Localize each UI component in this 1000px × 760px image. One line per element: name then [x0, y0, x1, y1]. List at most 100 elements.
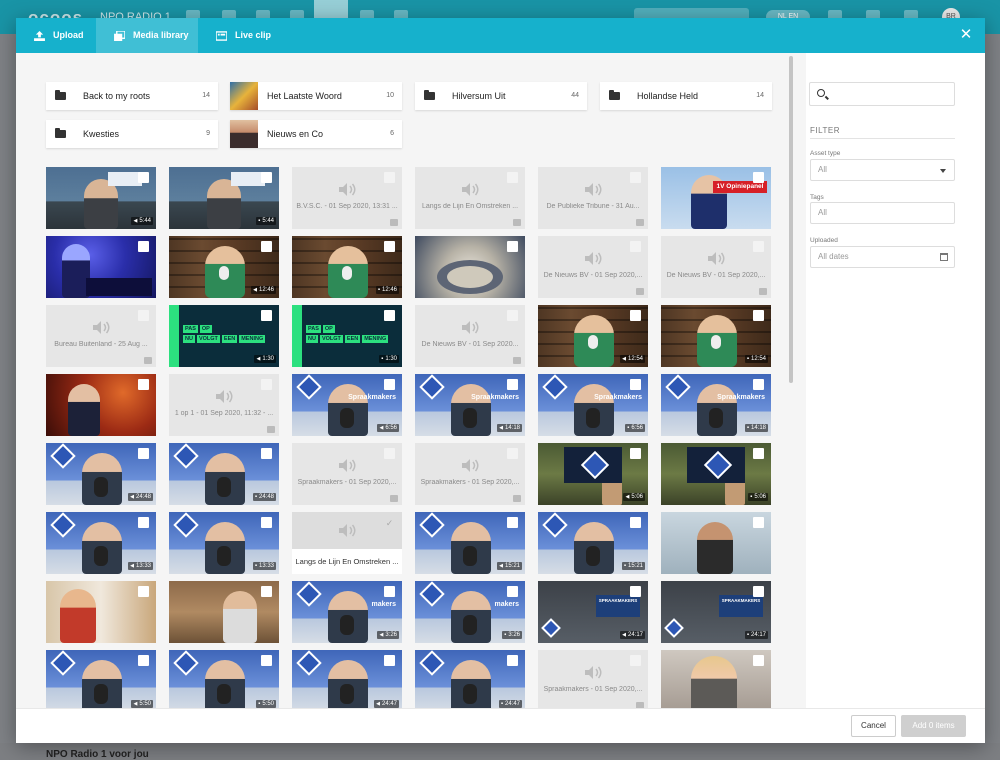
asset-tile[interactable]: 24:48 — [169, 443, 279, 505]
select-checkbox[interactable] — [384, 586, 395, 597]
asset-tile[interactable] — [169, 581, 279, 643]
folder-item[interactable]: Nieuws en Co 6 — [230, 120, 402, 148]
select-checkbox[interactable] — [630, 310, 641, 321]
select-checkbox[interactable] — [261, 379, 272, 390]
asset-tile[interactable]: Spraakmakers - 01 Sep 2020,... — [538, 650, 648, 708]
asset-tile[interactable] — [661, 512, 771, 574]
asset-tile[interactable] — [46, 581, 156, 643]
asset-tile[interactable]: 5:06 — [538, 443, 648, 505]
select-checkbox[interactable] — [138, 172, 149, 183]
asset-tile[interactable]: 13:33 — [169, 512, 279, 574]
select-checkbox[interactable] — [630, 172, 641, 183]
asset-tile[interactable]: Spraakmakers - 01 Sep 2020,... — [415, 443, 525, 505]
asset-tile[interactable]: 12:46 — [169, 236, 279, 298]
tab-live-clip[interactable]: Live clip — [198, 18, 288, 53]
asset-tile[interactable]: 5:44 — [169, 167, 279, 229]
select-checkbox[interactable]: ✓ — [384, 517, 395, 528]
asset-tile[interactable]: Spraakmakers 14:18 — [661, 374, 771, 436]
asset-tile[interactable] — [415, 236, 525, 298]
select-checkbox[interactable] — [261, 310, 272, 321]
tab-media-library[interactable]: Media library — [96, 18, 198, 53]
select-checkbox[interactable] — [753, 172, 764, 183]
select-checkbox[interactable] — [507, 655, 518, 666]
select-checkbox[interactable] — [507, 310, 518, 321]
select-checkbox[interactable] — [630, 241, 641, 252]
select-checkbox[interactable] — [384, 448, 395, 459]
asset-tile[interactable]: makers 3:26 — [415, 581, 525, 643]
asset-tile[interactable]: 15:21 — [415, 512, 525, 574]
asset-tile[interactable]: De Publieke Tribune - 31 Au... — [538, 167, 648, 229]
folder-item[interactable]: Het Laatste Woord 10 — [230, 82, 402, 110]
asset-tile[interactable]: 12:54 — [538, 305, 648, 367]
folder-item[interactable]: Back to my roots 14 — [46, 82, 218, 110]
asset-tile[interactable]: 24:48 — [46, 443, 156, 505]
asset-tile[interactable]: De Nieuws BV - 01 Sep 2020,... — [661, 236, 771, 298]
select-checkbox[interactable] — [138, 241, 149, 252]
asset-tile[interactable]: Spraakmakers - 01 Sep 2020,... — [292, 443, 402, 505]
asset-tile[interactable]: 24:47 — [292, 650, 402, 708]
asset-tile[interactable]: De Nieuws BV - 01 Sep 2020... — [415, 305, 525, 367]
select-checkbox[interactable] — [753, 517, 764, 528]
asset-tile[interactable]: Spraakmakers 6:56 — [292, 374, 402, 436]
asset-tile[interactable]: makers 3:26 — [292, 581, 402, 643]
asset-tile[interactable]: 1 op 1 - 01 Sep 2020, 11:32 - ... — [169, 374, 279, 436]
search-field[interactable] — [809, 82, 955, 106]
asset-tile[interactable]: PASOP NUVOLGTEENMENING 1:30 — [292, 305, 402, 367]
select-checkbox[interactable] — [753, 379, 764, 390]
asset-tile[interactable]: 12:54 — [661, 305, 771, 367]
asset-tile[interactable]: Langs de Lijn En Omstreken ... — [415, 167, 525, 229]
asset-tile[interactable]: 1V Opiniepanel — [661, 167, 771, 229]
asset-tile[interactable]: SPRAAKMAKERS 24:17 — [538, 581, 648, 643]
select-checkbox[interactable] — [138, 517, 149, 528]
asset-tile[interactable]: 5:06 — [661, 443, 771, 505]
select-checkbox[interactable] — [507, 517, 518, 528]
select-checkbox[interactable] — [630, 379, 641, 390]
select-checkbox[interactable] — [753, 241, 764, 252]
asset-tile[interactable]: Spraakmakers 6:56 — [538, 374, 648, 436]
select-checkbox[interactable] — [138, 310, 149, 321]
tab-upload[interactable]: Upload — [16, 18, 96, 53]
asset-tile[interactable] — [661, 650, 771, 708]
asset-tile[interactable]: 24:47 — [415, 650, 525, 708]
select-checkbox[interactable] — [384, 655, 395, 666]
select-checkbox[interactable] — [630, 586, 641, 597]
select-checkbox[interactable] — [384, 310, 395, 321]
folder-item[interactable]: Hilversum Uit 44 — [415, 82, 587, 110]
select-checkbox[interactable] — [753, 655, 764, 666]
select-checkbox[interactable] — [630, 655, 641, 666]
select-checkbox[interactable] — [261, 448, 272, 459]
select-checkbox[interactable] — [261, 586, 272, 597]
cancel-button[interactable]: Cancel — [851, 715, 896, 737]
asset-tile[interactable]: Langs de Lijn En Omstreken ... ✓ — [292, 512, 402, 574]
asset-tile[interactable]: 5:50 — [169, 650, 279, 708]
select-checkbox[interactable] — [630, 517, 641, 528]
select-checkbox[interactable] — [507, 586, 518, 597]
select-checkbox[interactable] — [507, 241, 518, 252]
search-input[interactable] — [832, 86, 950, 103]
content-scrollbar[interactable] — [789, 56, 793, 383]
asset-tile[interactable] — [46, 374, 156, 436]
asset-tile[interactable]: De Nieuws BV - 01 Sep 2020,... — [538, 236, 648, 298]
folder-item[interactable]: Hollandse Held 14 — [600, 82, 772, 110]
select-checkbox[interactable] — [261, 241, 272, 252]
select-checkbox[interactable] — [261, 172, 272, 183]
asset-tile[interactable]: SPRAAKMAKERS 24:17 — [661, 581, 771, 643]
select-checkbox[interactable] — [507, 172, 518, 183]
select-checkbox[interactable] — [507, 448, 518, 459]
add-items-button[interactable]: Add 0 items — [901, 715, 966, 737]
select-checkbox[interactable] — [261, 517, 272, 528]
uploaded-date-field[interactable]: All dates — [810, 246, 955, 268]
select-checkbox[interactable] — [753, 310, 764, 321]
asset-tile[interactable]: 5:44 — [46, 167, 156, 229]
select-checkbox[interactable] — [261, 655, 272, 666]
folder-item[interactable]: Kwesties 9 — [46, 120, 218, 148]
asset-tile[interactable]: 13:33 — [46, 512, 156, 574]
select-checkbox[interactable] — [753, 448, 764, 459]
asset-tile[interactable]: Spraakmakers 14:18 — [415, 374, 525, 436]
asset-tile[interactable]: 5:50 — [46, 650, 156, 708]
asset-tile[interactable]: PASOP NUVOLGTEENMENING 1:30 — [169, 305, 279, 367]
select-checkbox[interactable] — [630, 448, 641, 459]
asset-tile[interactable]: 15:21 — [538, 512, 648, 574]
select-checkbox[interactable] — [138, 586, 149, 597]
select-checkbox[interactable] — [138, 379, 149, 390]
